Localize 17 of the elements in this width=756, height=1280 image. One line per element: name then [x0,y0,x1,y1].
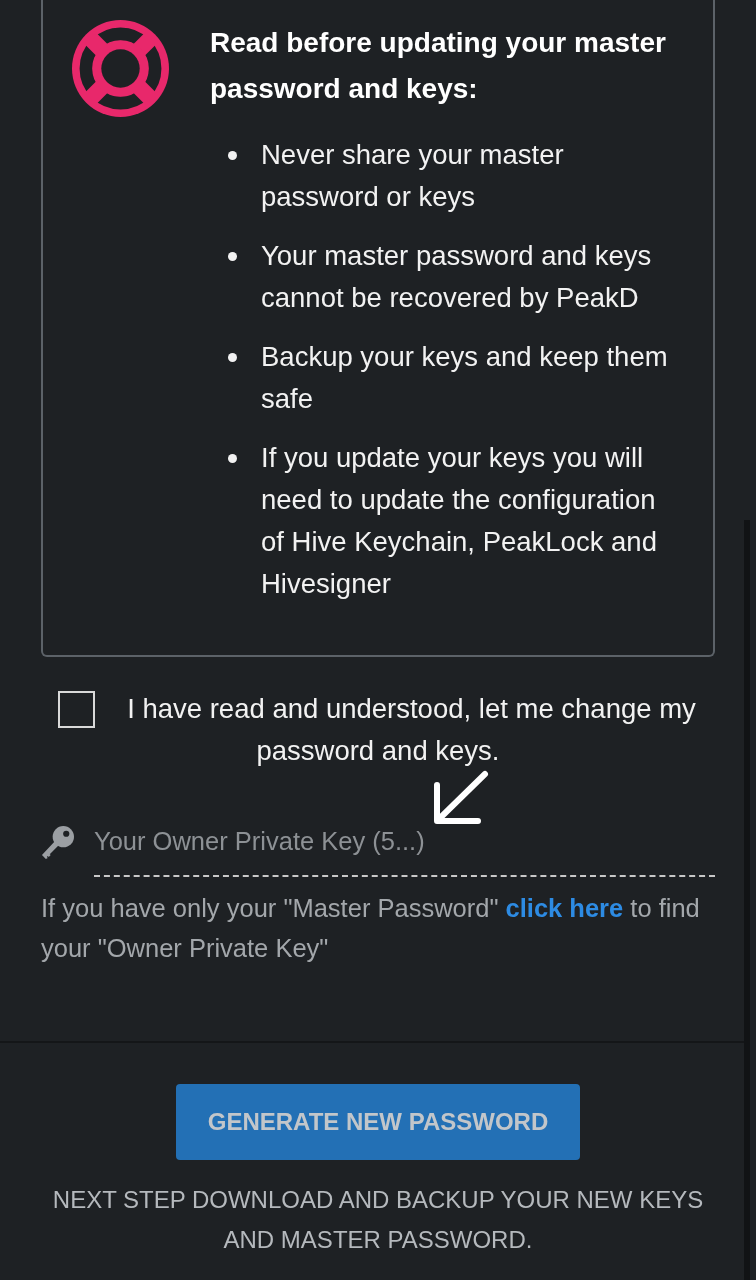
notice-item: Never share your master password or keys [261,138,565,214]
notice-item: If you update your keys you will need to update the configuration of Hive Keychain, PeakLock and Hivesigner [261,441,658,601]
lifebuoy-icon [72,20,169,117]
bullet-icon [228,151,237,160]
confirm-label: I have read and understood, let me change my password and keys. [127,693,696,766]
bullet-icon [228,353,237,362]
notice-item: Backup your keys and keep them safe [261,340,669,416]
notice-item: Your master password and keys cannot be recovered by PeakD [261,239,653,315]
click-here-link[interactable]: click here [505,894,624,922]
confirm-checkbox[interactable] [58,691,95,728]
bullet-icon [228,454,237,463]
help-text: If you have only your "Master Password" click here to find your "Owner Private Key" [41,893,701,964]
bullet-icon [228,252,237,261]
owner-key-input[interactable]: Your Owner Private Key (5...) [94,811,715,877]
key-icon [41,825,74,859]
next-step-text: NEXT STEP DOWNLOAD AND BACKUP YOUR NEW KEYS AND MASTER PASSWORD. [51,1185,705,1255]
notice-title: Read before updating your master password and keys: [210,26,667,106]
